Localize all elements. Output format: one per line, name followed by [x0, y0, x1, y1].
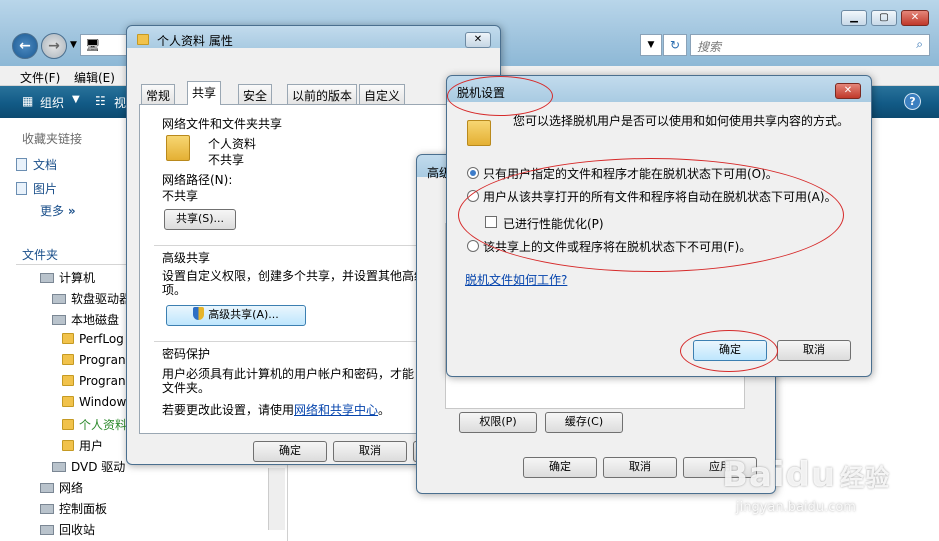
- tree-scrollbar[interactable]: [268, 468, 285, 530]
- offline-folder-icon: [467, 120, 491, 146]
- advanced-cancel-button[interactable]: 取消: [603, 457, 677, 478]
- organize-dropdown-icon: ▼: [72, 94, 80, 105]
- computer-icon: [40, 273, 54, 283]
- large-folder-icon: [166, 135, 190, 161]
- baidu-watermark-logo: Baidu 经验: [722, 455, 891, 495]
- folder-name: 个人资料: [208, 137, 257, 151]
- network-path-value: 不共享: [162, 189, 199, 203]
- recycle-bin-icon: [40, 525, 54, 535]
- option-user-selected-radio[interactable]: [467, 167, 479, 179]
- offline-close-button[interactable]: ✕: [835, 83, 861, 99]
- tree-floppy[interactable]: 软盘驱动器: [52, 290, 131, 307]
- offline-cancel-button[interactable]: 取消: [777, 340, 851, 361]
- floppy-drive-icon: [52, 294, 66, 304]
- organize-button[interactable]: 组织: [40, 94, 64, 111]
- tree-folder[interactable]: PerfLog: [62, 332, 124, 346]
- folders-title[interactable]: 文件夹: [22, 246, 58, 263]
- folder-icon: [137, 34, 149, 45]
- advanced-section-title: 高级共享: [162, 251, 211, 265]
- hard-disk-icon: [52, 315, 66, 325]
- folder-icon: [62, 419, 74, 430]
- tab-sharing[interactable]: 共享: [187, 81, 222, 105]
- tab-customize[interactable]: 自定义: [359, 84, 406, 104]
- folder-icon: [62, 396, 74, 407]
- tree-recycle-bin[interactable]: 回收站: [40, 521, 95, 538]
- advanced-description: 设置自定义权限，创建多个共享，并设置其他高级: [162, 269, 427, 283]
- favorite-documents[interactable]: 文档: [16, 156, 57, 173]
- minimize-button[interactable]: ▁: [841, 10, 867, 26]
- folder-icon: [62, 354, 74, 365]
- offline-help-link[interactable]: 脱机文件如何工作?: [465, 271, 567, 288]
- favorite-pictures[interactable]: 图片: [16, 180, 57, 197]
- tab-general[interactable]: 常规: [141, 84, 176, 104]
- properties-title: 个人资料 属性: [157, 34, 233, 48]
- tab-security[interactable]: 安全: [238, 84, 273, 104]
- folder-icon: [62, 375, 74, 386]
- tree-dvd[interactable]: DVD 驱动: [52, 458, 125, 475]
- control-panel-icon: [40, 504, 54, 514]
- history-dropdown-icon[interactable]: ▼: [70, 40, 77, 50]
- network-sharing-center-link[interactable]: 网络和共享中心: [294, 403, 378, 417]
- advanced-ok-button[interactable]: 确定: [523, 457, 597, 478]
- forward-arrow-icon[interactable]: →: [41, 33, 67, 59]
- option-not-available-radio[interactable]: [467, 240, 479, 252]
- views-button[interactable]: 视: [114, 94, 126, 111]
- tree-folder[interactable]: Window: [62, 395, 126, 409]
- menu-edit[interactable]: 编辑(E): [74, 69, 115, 86]
- uac-shield-icon: [193, 307, 205, 320]
- advanced-sharing-button[interactable]: 高级共享(A)...: [166, 305, 306, 326]
- properties-ok-button[interactable]: 确定: [253, 441, 327, 462]
- folder-share-state: 不共享: [208, 153, 245, 167]
- search-input[interactable]: 搜索 ⌕: [690, 34, 930, 56]
- folder-icon: [62, 333, 74, 344]
- caching-button[interactable]: 缓存(C): [545, 412, 623, 433]
- share-button[interactable]: 共享(S)...: [164, 209, 236, 230]
- favorites-more[interactable]: 更多 »: [40, 202, 76, 219]
- network-path-label: 网络路径(N):: [162, 173, 233, 187]
- tree-folder[interactable]: Progran: [62, 353, 126, 367]
- properties-close-button[interactable]: ✕: [465, 32, 491, 48]
- maximize-button[interactable]: ▢: [871, 10, 897, 26]
- change-setting-text: 若要更改此设置，请使用网络和共享中心。: [162, 403, 391, 417]
- views-icon: ☷: [95, 94, 106, 108]
- watermark-url: jingyan.baidu.com: [736, 500, 856, 515]
- pictures-icon: [16, 182, 27, 195]
- address-dropdown-icon[interactable]: ▼: [640, 34, 662, 56]
- tree-computer[interactable]: 计算机: [40, 269, 95, 286]
- dvd-drive-icon: [52, 462, 66, 472]
- share-section-title: 网络文件和文件夹共享: [162, 117, 283, 131]
- password-section-title: 密码保护: [162, 347, 211, 361]
- annotation-ellipse-title: [447, 76, 553, 116]
- back-arrow-icon[interactable]: ←: [12, 33, 38, 59]
- tree-local-disk[interactable]: 本地磁盘: [52, 311, 119, 328]
- annotation-ellipse-ok: [680, 330, 778, 372]
- permissions-button[interactable]: 权限(P): [459, 412, 537, 433]
- tab-previous-versions[interactable]: 以前的版本: [287, 84, 358, 104]
- properties-cancel-button[interactable]: 取消: [333, 441, 407, 462]
- double-chevron-icon: »: [67, 204, 76, 218]
- organize-icon: ▦: [22, 94, 34, 108]
- tree-folder[interactable]: 用户: [62, 437, 103, 454]
- computer-icon: 🖥: [85, 38, 101, 52]
- tree-control-panel[interactable]: 控制面板: [40, 500, 107, 517]
- tree-folder[interactable]: Progran: [62, 374, 126, 388]
- search-icon: ⌕: [916, 37, 923, 51]
- refresh-icon[interactable]: ↻: [663, 34, 687, 56]
- tree-folder-selected[interactable]: 个人资料: [62, 416, 127, 433]
- password-description-cont: 文件夹。: [162, 381, 211, 395]
- annotation-ellipse-options: [458, 158, 844, 272]
- tree-network[interactable]: 网络: [40, 479, 83, 496]
- menu-file[interactable]: 文件(F): [20, 69, 60, 86]
- address-bar[interactable]: 🖥: [80, 34, 130, 56]
- help-icon[interactable]: ?: [904, 93, 921, 110]
- advanced-description-cont: 项。: [162, 283, 187, 297]
- folder-icon: [62, 440, 74, 451]
- offline-description: 您可以选择脱机用户是否可以使用和如何使用共享内容的方式。: [513, 114, 850, 128]
- documents-icon: [16, 158, 27, 171]
- network-icon: [40, 483, 54, 493]
- favorites-title: 收藏夹链接: [22, 132, 83, 146]
- window-close-button[interactable]: ✕: [901, 10, 929, 26]
